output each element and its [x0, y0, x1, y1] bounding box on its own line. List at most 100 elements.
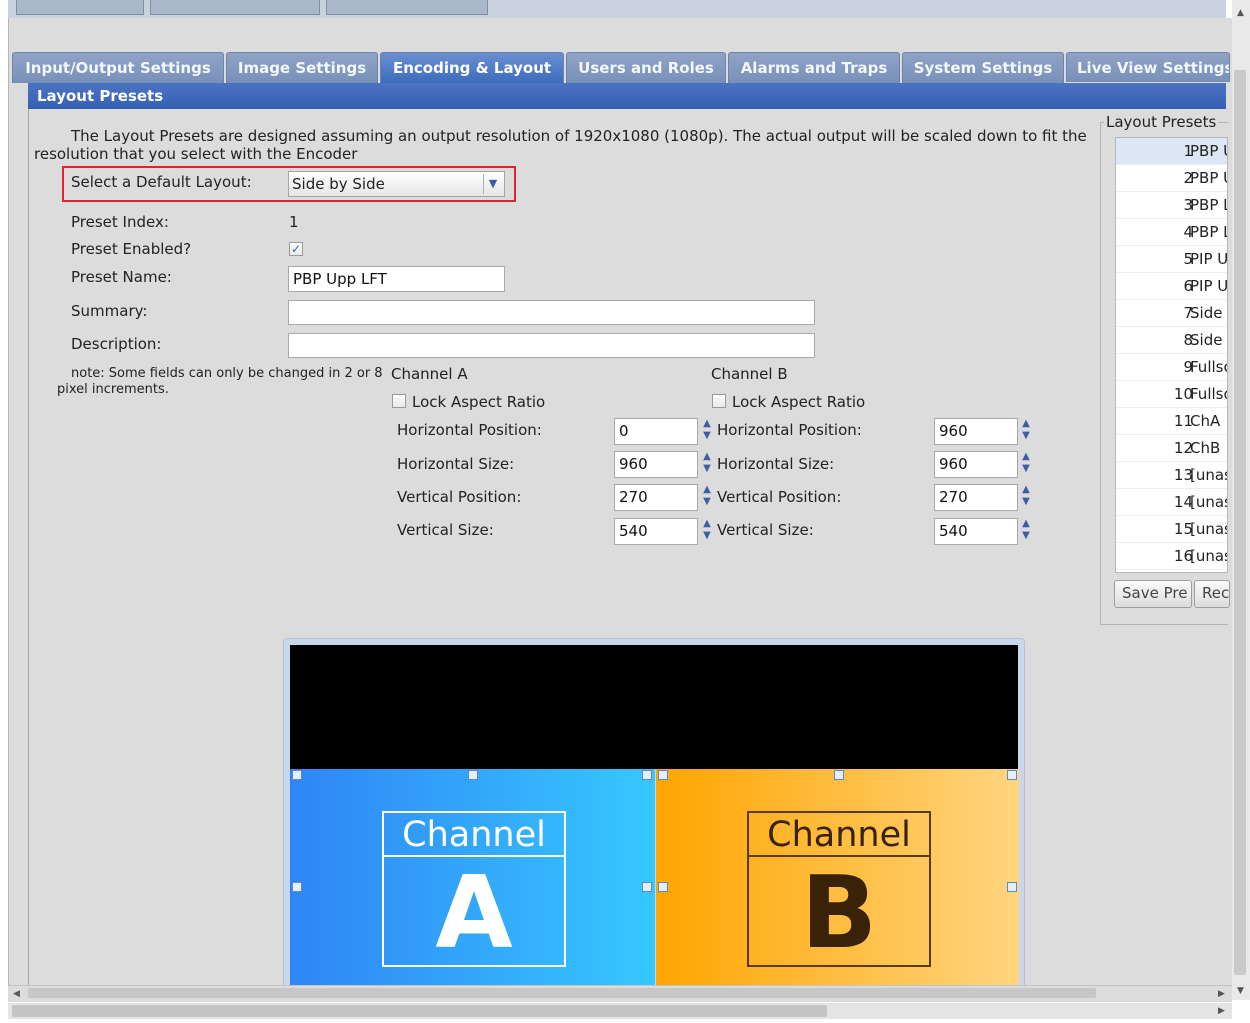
resize-handle[interactable]: [1007, 770, 1017, 780]
channel-a-v-pos-input[interactable]: 270: [614, 484, 698, 511]
top-tab-1[interactable]: [16, 0, 144, 15]
preset-name: PBP L: [1190, 223, 1228, 241]
channel-b-v-size-spinner-icon[interactable]: ▲ ▼: [1019, 518, 1033, 544]
preset-row[interactable]: 15 [unas: [1116, 516, 1227, 543]
resize-handle[interactable]: [292, 882, 302, 892]
resize-handle[interactable]: [642, 770, 652, 780]
preset-row[interactable]: 7 Side: [1116, 300, 1227, 327]
tab-image-settings[interactable]: Image Settings: [226, 52, 378, 83]
description-label: Description:: [71, 335, 162, 353]
channel-b-preview-region[interactable]: Channel B: [656, 769, 1019, 985]
scroll-left-icon[interactable]: ◀: [13, 989, 20, 999]
tab-system-settings[interactable]: System Settings: [902, 52, 1064, 83]
resize-handle[interactable]: [468, 770, 478, 780]
preset-row[interactable]: 3 PBP L: [1116, 192, 1228, 219]
channel-a-v-pos-label: Vertical Position:: [397, 488, 522, 506]
preset-name: PBP L: [1190, 196, 1228, 214]
tab-live-view-settings[interactable]: Live View Settings: [1066, 52, 1230, 82]
default-layout-label: Select a Default Layout:: [71, 173, 252, 191]
save-preset-button[interactable]: Save Pre: [1114, 580, 1192, 608]
channel-a-v-size-label: Vertical Size:: [397, 521, 494, 539]
resize-handle[interactable]: [1007, 882, 1017, 892]
preset-row[interactable]: 13 [unas: [1116, 462, 1228, 489]
preset-row[interactable]: 5 PIP U: [1116, 246, 1227, 273]
channel-b-letter: B: [800, 854, 878, 971]
preset-name: PBP U: [1190, 142, 1227, 160]
channel-b-h-size-label: Horizontal Size:: [717, 455, 835, 473]
preset-row[interactable]: 16 [unas: [1116, 543, 1227, 570]
scroll-down-icon[interactable]: ▼: [1237, 986, 1244, 996]
resize-handle[interactable]: [834, 770, 844, 780]
top-tab-2[interactable]: [150, 0, 320, 15]
preset-row[interactable]: 12 ChB: [1116, 435, 1227, 462]
preset-enabled-checkbox[interactable]: ✓: [289, 242, 303, 256]
top-tab-3[interactable]: [326, 0, 488, 15]
outer-horizontal-scroll-thumb[interactable]: [12, 1005, 827, 1017]
preset-row[interactable]: 10 Fullsc: [1116, 381, 1227, 408]
preview-canvas-empty-area: [290, 645, 1018, 769]
preset-name: Side: [1190, 304, 1223, 322]
tab-encoding-layout[interactable]: Encoding & Layout: [380, 52, 564, 83]
channel-b-h-size-spinner-icon[interactable]: ▲ ▼: [1019, 451, 1033, 477]
channel-b-label-box: Channel B: [747, 811, 931, 967]
preset-row[interactable]: 8 Side: [1116, 327, 1227, 354]
channel-b-h-pos-input[interactable]: 960: [934, 418, 1018, 445]
scroll-up-icon[interactable]: ▲: [1237, 8, 1244, 18]
default-layout-value: Side by Side: [292, 175, 385, 193]
channel-a-v-pos-spinner-icon[interactable]: ▲ ▼: [700, 484, 714, 510]
preset-name-label: Preset Name:: [71, 268, 172, 286]
preset-name-input[interactable]: PBP Upp LFT: [288, 266, 505, 292]
reset-preset-button[interactable]: Rec: [1194, 580, 1230, 608]
default-layout-select[interactable]: Side by Side ▼: [288, 171, 505, 197]
resize-handle[interactable]: [658, 770, 668, 780]
channel-a-h-size-input[interactable]: 960: [614, 451, 698, 478]
channel-b-v-size-input[interactable]: 540: [934, 518, 1018, 545]
tab-alarms-and-traps[interactable]: Alarms and Traps: [728, 52, 900, 83]
channel-a-h-size-spinner-icon[interactable]: ▲ ▼: [700, 451, 714, 477]
channel-b-lock-checkbox[interactable]: [712, 394, 726, 408]
channel-b-h-size-input[interactable]: 960: [934, 451, 1018, 478]
channel-b-v-pos-input[interactable]: 270: [934, 484, 1018, 511]
preset-name: ChB: [1190, 439, 1221, 457]
resize-handle[interactable]: [292, 770, 302, 780]
channel-a-title: Channel A: [391, 365, 468, 383]
channel-a-label-box: Channel A: [382, 811, 566, 967]
channel-a-preview-region[interactable]: Channel A: [290, 769, 655, 985]
channel-a-h-pos-input[interactable]: 0: [614, 418, 698, 445]
preset-row[interactable]: 11 ChA: [1116, 408, 1227, 435]
preset-row[interactable]: 1PBP U: [1116, 138, 1227, 165]
preset-row[interactable]: 4 PBP L: [1116, 219, 1228, 246]
scroll-right-icon[interactable]: ▶: [1218, 1006, 1225, 1016]
description-input[interactable]: [288, 333, 815, 358]
channel-b-h-pos-spinner-icon[interactable]: ▲ ▼: [1019, 418, 1033, 444]
channel-a-lock-checkbox[interactable]: [392, 394, 406, 408]
intro-text: The Layout Presets are designed assuming…: [34, 127, 1087, 163]
channel-b-v-pos-label: Vertical Position:: [717, 488, 842, 506]
scroll-right-icon[interactable]: ▶: [1218, 989, 1225, 999]
tab-users-and-roles[interactable]: Users and Roles: [566, 52, 726, 83]
preset-index-label: Preset Index:: [71, 213, 169, 231]
channel-a-lock-label: Lock Aspect Ratio: [412, 393, 546, 411]
vertical-scroll-thumb[interactable]: [1234, 70, 1246, 975]
chevron-down-icon[interactable]: ▼: [483, 174, 502, 194]
preset-name: PIP U: [1190, 277, 1228, 295]
preset-row[interactable]: 6 PIP U: [1116, 273, 1228, 300]
resize-handle[interactable]: [642, 882, 652, 892]
layout-presets-title: Layout Presets: [1104, 113, 1219, 131]
channel-b-v-pos-spinner-icon[interactable]: ▲ ▼: [1019, 484, 1033, 510]
tab-input-output-settings[interactable]: Input/Output Settings: [12, 52, 224, 83]
channel-a-v-size-input[interactable]: 540: [614, 518, 698, 545]
summary-input[interactable]: [288, 300, 815, 325]
preset-row[interactable]: 14 [unas: [1116, 489, 1227, 516]
preset-row[interactable]: 2PBP U: [1116, 165, 1227, 192]
channel-a-word: Channel: [384, 813, 564, 857]
increment-note: note: Some fields can only be changed in…: [57, 366, 383, 397]
preset-name: [unas: [1190, 466, 1228, 484]
channel-a-h-pos-spinner-icon[interactable]: ▲ ▼: [700, 418, 714, 444]
inner-horizontal-scroll-thumb[interactable]: [28, 988, 1096, 998]
preset-name: Side: [1190, 331, 1223, 349]
resize-handle[interactable]: [658, 882, 668, 892]
section-title: Layout Presets: [28, 83, 1226, 109]
preset-row[interactable]: 9 Fullsc: [1116, 354, 1227, 381]
channel-a-v-size-spinner-icon[interactable]: ▲ ▼: [700, 518, 714, 544]
